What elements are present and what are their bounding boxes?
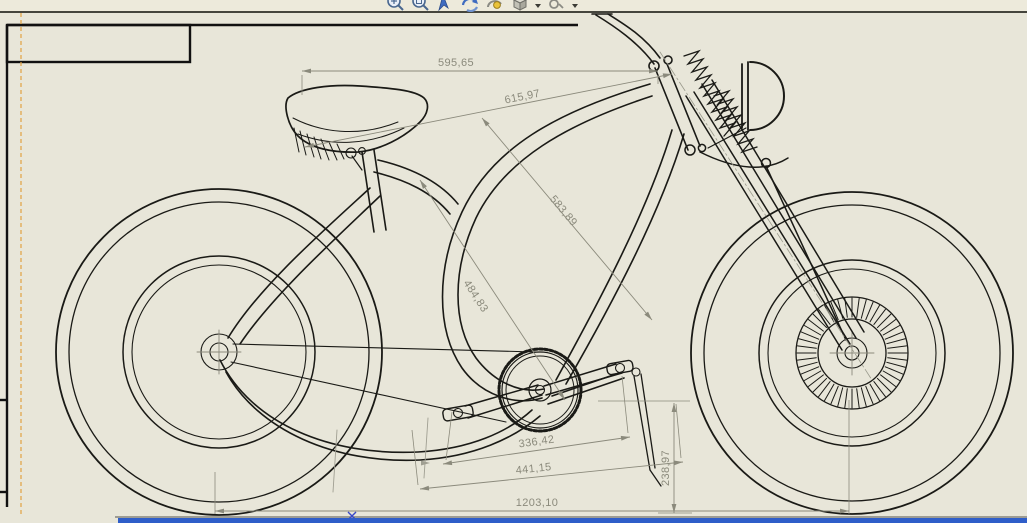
rear-wheel (56, 189, 382, 515)
drawing-canvas[interactable]: 595,65 615,97 583,89 484,83 336,42 441,15 1203… (0, 0, 1027, 523)
dimension-text[interactable]: 484,83 (461, 278, 491, 315)
dimension-arrowhead (621, 436, 630, 441)
dimension-text[interactable]: 336,42 (518, 434, 555, 451)
extension-line (446, 412, 452, 460)
dimension-seatpost-to-crank-aligned[interactable]: 484,83 (420, 180, 565, 400)
front-axle-center-mark (830, 331, 874, 375)
handlebar (592, 14, 672, 71)
dimension-head-to-lower-aligned[interactable]: 583,89 (482, 118, 652, 320)
dimension-arrowhead (420, 486, 429, 491)
dimension-arrowhead (840, 509, 849, 514)
dimension-arrowhead (420, 180, 427, 189)
dimension-arrowhead (443, 460, 452, 465)
dimension-wheelbase[interactable]: 1203,10 (215, 400, 849, 514)
dimension-text[interactable]: 441,15 (515, 461, 552, 477)
dimension-arrowhead (674, 461, 683, 466)
application-window: 595,65 615,97 583,89 484,83 336,42 441,15 1203… (0, 0, 1027, 523)
extension-line (412, 430, 418, 485)
dimension-line (420, 180, 565, 400)
right-pedal (606, 360, 634, 375)
extension-line (622, 376, 628, 433)
dimension-text[interactable]: 238,97 (660, 450, 672, 486)
dimension-line (305, 74, 672, 147)
dimension-arrowhead (663, 73, 672, 78)
dimension-crank-height[interactable]: 238,97 (598, 401, 692, 513)
rear-axle-center-mark (197, 330, 241, 374)
left-pedal (442, 404, 474, 421)
taskbar-edge (118, 518, 1027, 523)
dimension-text[interactable]: 583,89 (547, 193, 579, 228)
dimension-text[interactable]: 1203,10 (516, 497, 559, 509)
dimension-arrowhead (672, 504, 677, 513)
dimension-seat-to-head-horizontal[interactable]: 595,65 (302, 57, 658, 95)
front-wheel (691, 192, 1013, 514)
dimension-text[interactable]: 595,65 (438, 57, 474, 69)
dimension-seat-to-fork-aligned[interactable]: 615,97 (305, 73, 672, 147)
kickstand (632, 368, 661, 486)
dimension-arrowhead (302, 69, 311, 74)
seat (286, 86, 427, 171)
extension-line (676, 404, 681, 458)
dimension-arrowhead (215, 509, 224, 514)
